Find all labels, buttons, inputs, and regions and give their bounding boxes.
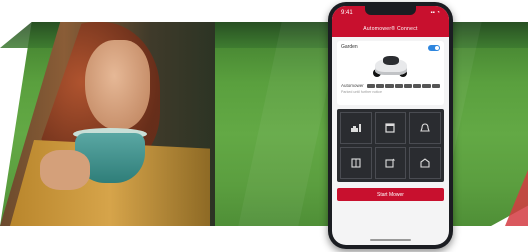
app-title: Automower® Connect <box>363 25 418 32</box>
phone-notch <box>365 6 416 15</box>
tile-map[interactable] <box>340 147 372 179</box>
action-grid <box>337 109 444 182</box>
status-time: 9:41 <box>341 10 353 16</box>
settings-box-icon <box>385 158 396 168</box>
map-icon <box>351 158 361 168</box>
start-mower-label: Start Mower <box>377 191 404 198</box>
bell-icon <box>420 123 430 132</box>
mower-top <box>383 56 399 65</box>
tile-notifications[interactable] <box>409 112 441 144</box>
mower-status-text: Parked until further notice <box>341 90 382 94</box>
start-mower-button[interactable]: Start Mower <box>337 188 444 201</box>
woman-hand <box>40 150 90 190</box>
battery-bar <box>366 83 441 88</box>
mower-name: Automower <box>341 83 364 88</box>
tile-schedule[interactable] <box>374 112 407 144</box>
woman-face <box>85 40 150 130</box>
home-indicator[interactable] <box>370 239 411 241</box>
mower-toggle[interactable] <box>428 45 440 51</box>
garden-label: Garden <box>341 44 358 50</box>
mower-status-row: Automower <box>341 83 441 88</box>
calendar-icon <box>385 123 396 133</box>
tile-garage[interactable] <box>409 147 441 179</box>
hero-banner: 9:41 ▪▪ ◔ Automower® Connect Garden Auto… <box>0 0 528 252</box>
status-icons: ▪▪ ◔ <box>430 10 440 16</box>
mower-image <box>371 55 409 77</box>
tile-park[interactable] <box>340 112 372 144</box>
app-title-bar: Automower® Connect <box>332 20 449 37</box>
tile-settings[interactable] <box>374 147 407 179</box>
phone-screen: 9:41 ▪▪ ◔ Automower® Connect Garden Auto… <box>332 6 449 245</box>
mower-status-card[interactable]: Garden Automower Parked until further no… <box>337 41 444 105</box>
mower-park-icon <box>350 124 361 132</box>
smartphone: 9:41 ▪▪ ◔ Automower® Connect Garden Auto… <box>328 2 453 249</box>
garage-icon <box>420 158 430 168</box>
